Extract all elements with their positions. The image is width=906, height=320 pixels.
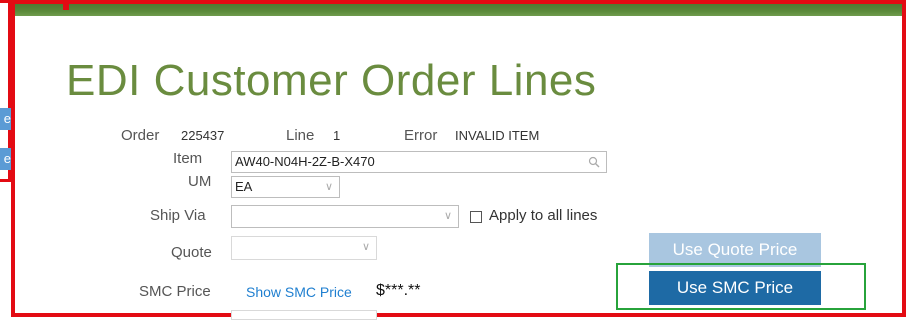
search-icon[interactable] (588, 156, 600, 168)
side-button-1[interactable]: e (0, 108, 11, 130)
chevron-down-icon: ∨ (361, 241, 370, 253)
um-select[interactable]: EA ∨ (231, 176, 340, 198)
show-smc-price-link[interactable]: Show SMC Price (246, 284, 352, 300)
partial-field[interactable] (231, 310, 377, 320)
chevron-down-icon: ∨ (324, 181, 333, 193)
um-value: EA (235, 179, 253, 194)
order-value: 225437 (181, 128, 225, 143)
line-value: 1 (333, 128, 341, 143)
item-value: AW40-N04H-2Z-B-X470 (235, 154, 375, 169)
error-value: INVALID ITEM (455, 128, 540, 143)
side-button-2[interactable]: e (0, 148, 11, 170)
chevron-down-icon: ∨ (443, 210, 452, 222)
ship-via-label: Ship Via (150, 207, 206, 224)
ship-via-select[interactable]: ∨ (231, 205, 459, 228)
item-label: Item (173, 150, 203, 167)
quote-label: Quote (171, 244, 212, 261)
highlight-box (616, 263, 866, 310)
um-label: UM (188, 173, 212, 190)
page-title: EDI Customer Order Lines (66, 56, 597, 105)
line-label: Line (286, 127, 315, 144)
smc-price-label: SMC Price (139, 283, 211, 300)
error-label: Error (404, 127, 438, 144)
smc-price-value: $***.** (376, 282, 421, 299)
annotation-marker (63, 0, 69, 10)
apply-all-label: Apply to all lines (489, 207, 598, 224)
quote-select[interactable]: ∨ (231, 236, 377, 260)
item-field[interactable]: AW40-N04H-2Z-B-X470 (231, 151, 607, 173)
order-label: Order (121, 127, 160, 144)
apply-all-checkbox[interactable] (470, 211, 482, 223)
use-quote-price-button[interactable]: Use Quote Price (649, 233, 821, 267)
